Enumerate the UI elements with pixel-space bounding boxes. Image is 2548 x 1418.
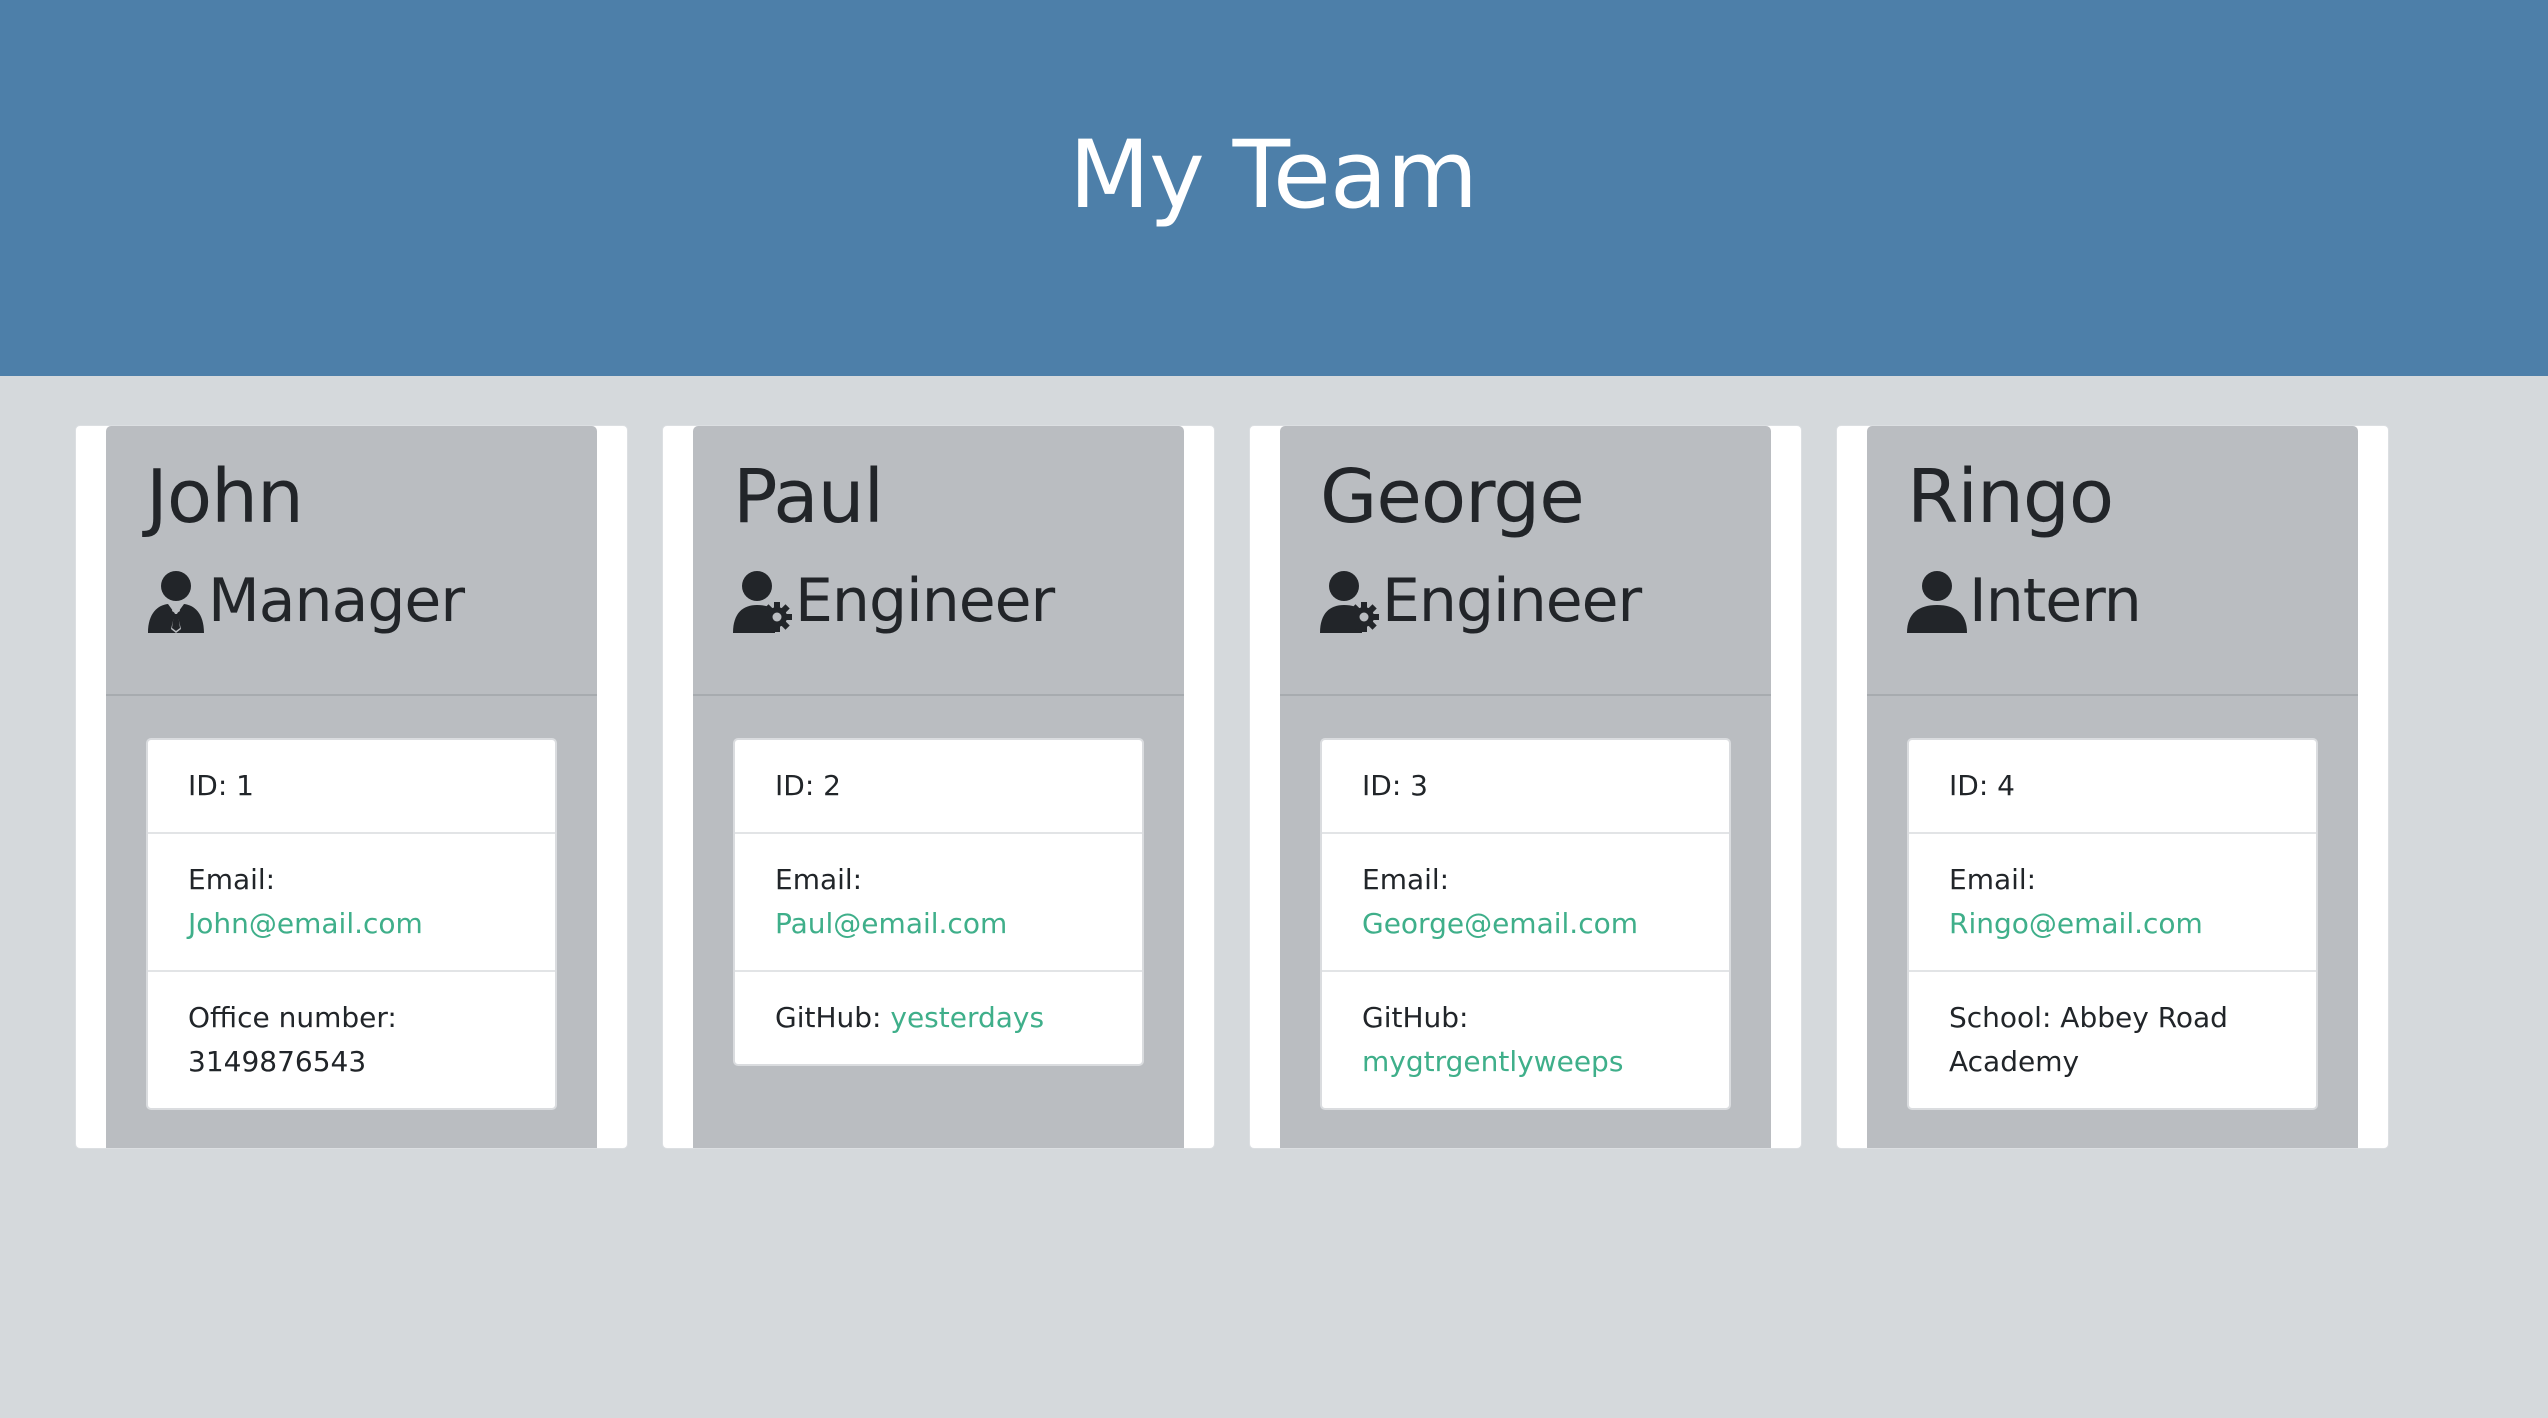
- employee-details-list: ID: 3 Email: George@email.com GitHub: mygt…: [1320, 738, 1731, 1110]
- employee-email: Email: Paul@email.com: [735, 832, 1142, 970]
- employee-role-label: Manager: [208, 566, 465, 636]
- user-icon: [1907, 569, 1967, 633]
- employee-email: Email: Ringo@email.com: [1909, 832, 2316, 970]
- user-cog-icon: [733, 569, 793, 633]
- employee-card-body: Ringo Intern ID: 4 Email: Ringo@email.co…: [1867, 426, 2358, 1148]
- employee-card-header: John Manager: [106, 426, 597, 696]
- employee-id: ID: 3: [1362, 769, 1428, 802]
- employee-card-header: George Engineer: [1280, 426, 1771, 696]
- employee-card-george: George Engineer ID: 3 Email: George@email…: [1249, 425, 1802, 1149]
- employee-role: Engineer: [1320, 566, 1642, 636]
- employee-card-ringo: Ringo Intern ID: 4 Email: Ringo@email.co…: [1836, 425, 2389, 1149]
- employee-email: Email: John@email.com: [148, 832, 555, 970]
- employee-school: School: Abbey Road Academy: [1909, 970, 2316, 1108]
- employee-details-list: ID: 4 Email: Ringo@email.com School: Abb…: [1907, 738, 2318, 1110]
- employee-details-list: ID: 2 Email: Paul@email.com GitHub: yest…: [733, 738, 1144, 1066]
- email-link[interactable]: George@email.com: [1362, 907, 1638, 940]
- employee-github: GitHub: mygtrgentlyweeps: [1322, 970, 1729, 1108]
- employee-role: Engineer: [733, 566, 1055, 636]
- employee-card-john: John Manager ID: 1 Email: John@email.com…: [75, 425, 628, 1149]
- user-cog-icon: [1320, 569, 1380, 633]
- employee-role-label: Engineer: [1382, 566, 1642, 636]
- employee-name: Paul: [733, 454, 884, 540]
- employee-role-label: Engineer: [795, 566, 1055, 636]
- employee-name: Ringo: [1907, 454, 2114, 540]
- employee-card-paul: Paul Engineer ID: 2 Email: Paul@email.co…: [662, 425, 1215, 1149]
- employee-role-label: Intern: [1969, 566, 2142, 636]
- page-title: My Team: [1068, 120, 1478, 230]
- employee-name: John: [146, 454, 304, 540]
- page-header: My Team: [0, 0, 2548, 376]
- employee-role: Manager: [146, 566, 465, 636]
- employee-id: ID: 2: [775, 769, 841, 802]
- employee-card-body: John Manager ID: 1 Email: John@email.com…: [106, 426, 597, 1148]
- employee-card-header: Ringo Intern: [1867, 426, 2358, 696]
- employee-github: GitHub: yesterdays: [735, 970, 1142, 1064]
- email-link[interactable]: Paul@email.com: [775, 907, 1007, 940]
- github-link[interactable]: yesterdays: [890, 1001, 1044, 1034]
- employee-card-body: Paul Engineer ID: 2 Email: Paul@email.co…: [693, 426, 1184, 1148]
- employee-details-list: ID: 1 Email: John@email.com Office numbe…: [146, 738, 557, 1110]
- employee-name: George: [1320, 454, 1585, 540]
- employee-office-number: Office number: 3149876543: [148, 970, 555, 1108]
- employee-id: ID: 4: [1949, 769, 2015, 802]
- employee-card-header: Paul Engineer: [693, 426, 1184, 696]
- employee-role: Intern: [1907, 566, 2142, 636]
- email-link[interactable]: Ringo@email.com: [1949, 907, 2203, 940]
- employee-card-body: George Engineer ID: 3 Email: George@email…: [1280, 426, 1771, 1148]
- employee-email: Email: George@email.com: [1322, 832, 1729, 970]
- github-link[interactable]: mygtrgentlyweeps: [1362, 1045, 1623, 1078]
- user-tie-icon: [146, 569, 206, 633]
- email-link[interactable]: John@email.com: [188, 907, 423, 940]
- employee-id: ID: 1: [188, 769, 254, 802]
